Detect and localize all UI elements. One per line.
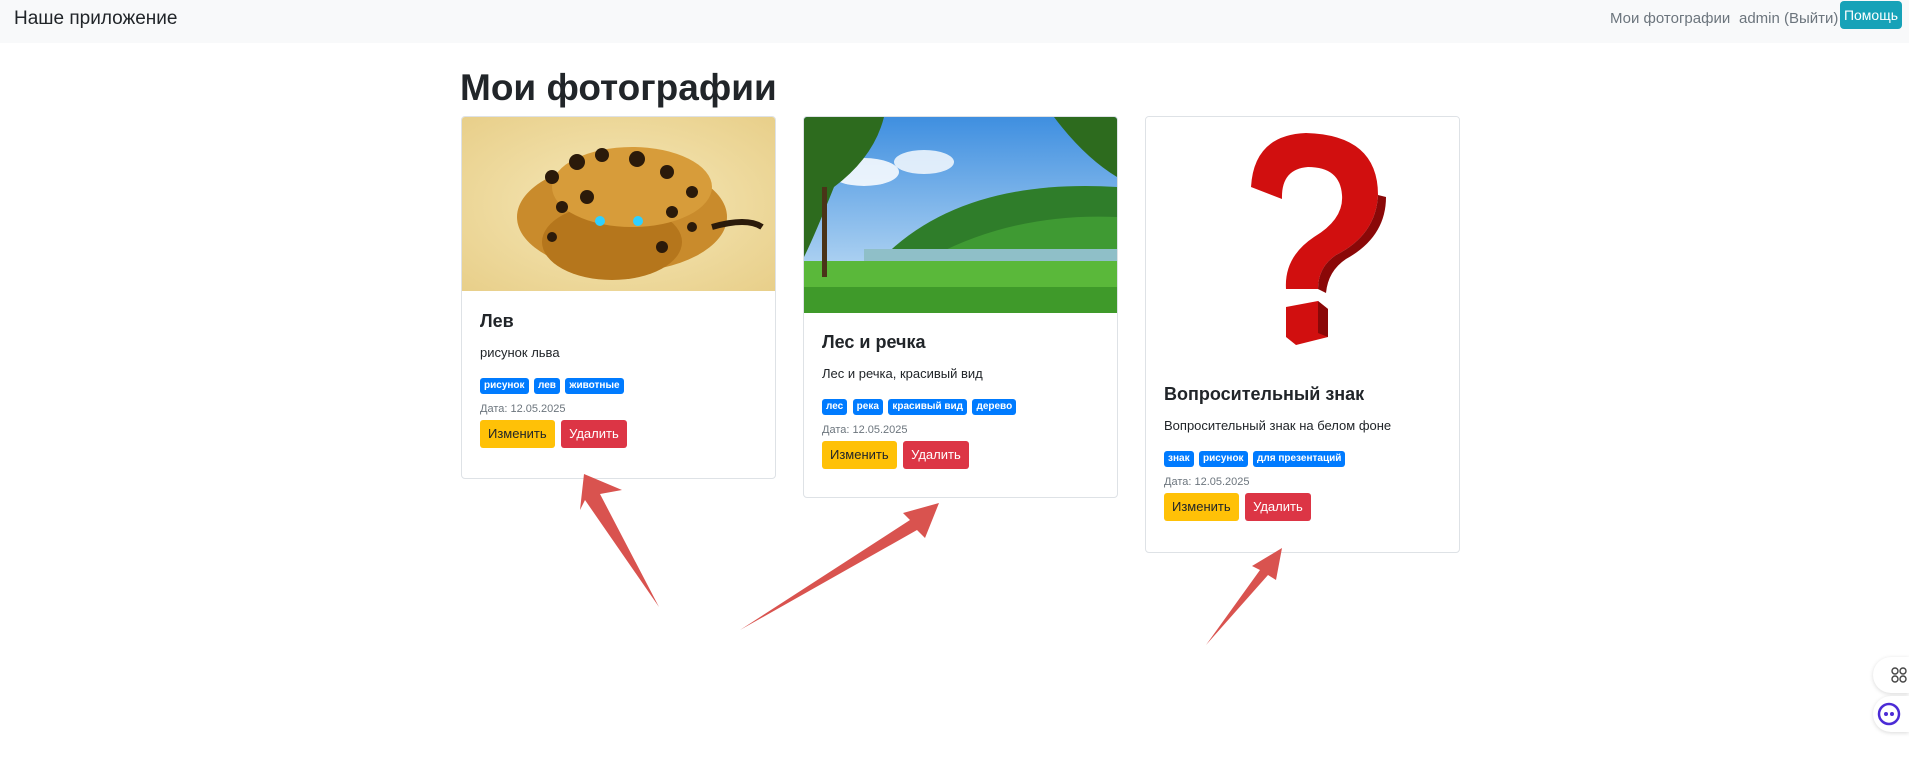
tag-list: знак рисунок для презентаций — [1164, 448, 1441, 472]
tag-badge: для презентаций — [1253, 451, 1346, 467]
page-title: Мои фотографии — [460, 67, 777, 108]
command-icon — [1891, 667, 1907, 683]
tag-badge: животные — [565, 378, 624, 394]
tag-badge: лев — [534, 378, 560, 394]
photo-card: Лев рисунок льва рисунок лев животные Да… — [461, 116, 776, 479]
tag-badge: река — [852, 399, 883, 415]
side-widget-button[interactable] — [1873, 657, 1909, 693]
photo-image-question-mark — [1146, 117, 1459, 373]
photo-image-leopard — [462, 117, 775, 291]
help-button[interactable]: Помощь — [1840, 1, 1902, 29]
delete-button[interactable]: Удалить — [903, 441, 969, 469]
tag-list: рисунок лев животные — [480, 375, 757, 399]
assistant-icon — [1877, 702, 1901, 726]
nav-link-my-photos[interactable]: Мои фотографии — [1610, 10, 1730, 27]
assistant-widget-button[interactable] — [1873, 696, 1909, 732]
photo-image-forest — [804, 117, 1117, 313]
tag-badge: рисунок — [1199, 451, 1248, 467]
card-date: Дата: 12.05.2025 — [822, 424, 908, 436]
card-description: Лес и речка, красивый вид — [822, 366, 983, 381]
annotation-arrow-icon — [1206, 548, 1282, 645]
card-title: Лев — [480, 311, 514, 331]
card-date: Дата: 12.05.2025 — [1164, 476, 1250, 488]
edit-button[interactable]: Изменить — [1164, 493, 1239, 521]
delete-button[interactable]: Удалить — [1245, 493, 1311, 521]
card-title: Вопросительный знак — [1164, 384, 1365, 404]
card-title: Лес и речка — [822, 332, 926, 352]
navbar-brand[interactable]: Наше приложение — [14, 8, 177, 30]
tag-badge: дерево — [972, 399, 1017, 415]
tag-list: лес река красивый вид дерево — [822, 396, 1099, 420]
tag-badge: рисунок — [480, 378, 529, 394]
edit-button[interactable]: Изменить — [822, 441, 897, 469]
tag-badge: знак — [1164, 451, 1194, 467]
navbar: Наше приложение Мои фотографии admin (Вы… — [0, 0, 1909, 43]
card-date: Дата: 12.05.2025 — [480, 403, 566, 415]
card-description: рисунок льва — [480, 345, 560, 360]
delete-button[interactable]: Удалить — [561, 420, 627, 448]
photo-card: Лес и речка Лес и речка, красивый вид ле… — [803, 116, 1118, 498]
annotation-arrow-icon — [740, 503, 939, 630]
tag-badge: красивый вид — [888, 399, 968, 415]
card-description: Вопросительный знак на белом фоне — [1164, 418, 1392, 433]
annotation-arrow-icon — [580, 474, 659, 607]
tag-badge: лес — [822, 399, 848, 415]
edit-button[interactable]: Изменить — [480, 420, 555, 448]
photo-card: Вопросительный знак Вопросительный знак … — [1145, 116, 1460, 553]
nav-link-logout[interactable]: admin (Выйти) — [1739, 10, 1838, 27]
